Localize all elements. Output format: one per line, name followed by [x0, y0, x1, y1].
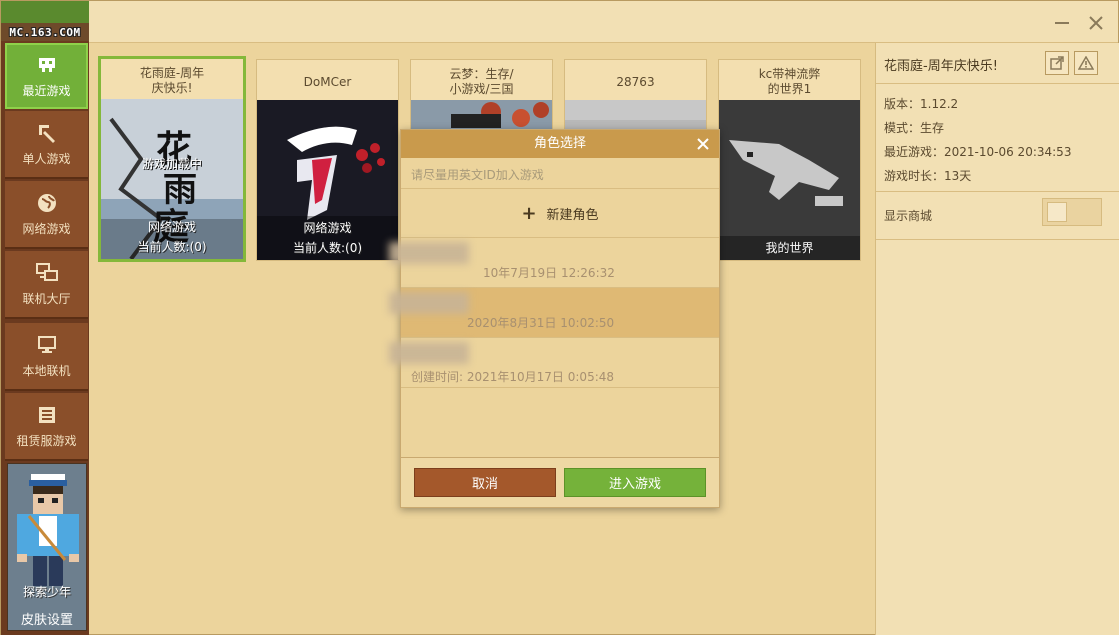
detail-version: 版本：1.12.2	[884, 97, 959, 111]
card-title: DoMCer	[303, 74, 352, 89]
report-button[interactable]	[1074, 51, 1098, 75]
game-card[interactable]: kc带神流弊 的世界1 我的世界	[718, 59, 861, 261]
card-thumbnail: 网络游戏 当前人数:(0)	[257, 100, 398, 260]
skin-name: 探索少年	[22, 585, 71, 599]
game-card[interactable]: DoMCer 网络游戏 当前人数:(0)	[256, 59, 399, 261]
logo: MC.163.COM	[1, 1, 89, 41]
show-shop-label: 显示商城	[884, 209, 933, 223]
new-role-label: 新建角色	[546, 207, 599, 223]
role-created-time: 2020年8月31日 10:02:50	[467, 316, 615, 330]
card-thumbnail: 我的世界	[719, 100, 860, 260]
monitor-icon	[36, 334, 58, 356]
show-shop-toggle[interactable]	[1042, 198, 1102, 226]
role-item[interactable]: 创建时间: 2021年10月17日 0:05:48	[389, 338, 719, 388]
card-title: kc带神流弊 的世界1	[758, 67, 821, 96]
plus-icon: +	[521, 202, 537, 224]
launcher-window: MC.163.COM 最近游戏 单人游戏 网络游戏 联机大厅 本地联机 租赁服游…	[0, 0, 1119, 635]
sidebar-item-recent[interactable]: 最近游戏	[5, 43, 88, 109]
card-players: 当前人数:(0)	[137, 240, 207, 254]
detail-panel: 花雨庭-周年庆快乐! 版本：1.12.2 模式：生存 最近游戏：2021-10-…	[875, 43, 1119, 635]
sidebar-item-rental[interactable]: 租赁服游戏	[5, 393, 88, 461]
close-icon	[697, 138, 709, 150]
sidebar-item-label: 租赁服游戏	[16, 433, 77, 448]
card-title: 花雨庭-周年 庆快乐!	[139, 66, 205, 95]
skin-settings-label: 皮肤设置	[20, 613, 73, 628]
sidebar-item-singleplayer[interactable]: 单人游戏	[5, 111, 88, 179]
role-item[interactable]: 10年7月19日 12:26:32	[389, 238, 719, 288]
dialog-hint: 请尽量用英文ID加入游戏	[411, 168, 544, 182]
dialog-close-button[interactable]	[691, 132, 715, 156]
card-title: 云梦：生存/ 小游戏/三国	[449, 67, 514, 96]
card-thumbnail: 花 雨 庭 游戏加载中 网络游戏 当前人数:(0)	[101, 99, 243, 259]
title-bar	[89, 1, 1118, 43]
dialog-footer: 取消 进入游戏	[401, 457, 719, 507]
globe-icon	[36, 192, 58, 214]
role-item[interactable]: 2020年8月31日 10:02:50	[389, 288, 719, 338]
detail-last-played: 最近游戏：2021-10-06 20:34:53	[884, 145, 1072, 159]
warning-icon	[1078, 56, 1094, 70]
close-icon	[1089, 16, 1103, 30]
share-button[interactable]	[1045, 51, 1069, 75]
external-link-icon	[1050, 56, 1064, 70]
sidebar-item-label: 网络游戏	[22, 221, 71, 236]
detail-title: 花雨庭-周年庆快乐!	[884, 59, 998, 74]
avatar	[17, 474, 79, 586]
card-mode: 网络游戏	[147, 220, 196, 234]
new-role-button[interactable]: + 新建角色	[401, 188, 719, 238]
sidebar-item-network-games[interactable]: 网络游戏	[5, 181, 88, 249]
svg-text:雨: 雨	[163, 170, 197, 210]
logo-text: MC.163.COM	[9, 26, 81, 39]
dialog-title: 角色选择	[401, 130, 719, 158]
detail-mode: 模式：生存	[884, 121, 945, 135]
card-title: 28763	[616, 74, 655, 89]
enter-game-button[interactable]: 进入游戏	[564, 468, 706, 497]
cancel-button[interactable]: 取消	[414, 468, 556, 497]
card-mode: 我的世界	[765, 241, 814, 255]
network-icon	[35, 262, 58, 284]
card-mode: 网络游戏	[303, 221, 352, 235]
sidebar-item-label: 单人游戏	[22, 151, 71, 166]
role-select-dialog: 角色选择 请尽量用英文ID加入游戏 + 新建角色 10年7月19日 12:26:…	[389, 129, 720, 508]
sidebar-item-lobby[interactable]: 联机大厅	[5, 251, 88, 319]
game-card[interactable]: 花雨庭-周年 庆快乐! 花 雨 庭 游戏加载中 网络游戏 当前人数:(0)	[98, 56, 246, 262]
card-loading-text: 游戏加载中	[141, 157, 202, 171]
pickaxe-icon	[36, 122, 58, 144]
sidebar: MC.163.COM 最近游戏 单人游戏 网络游戏 联机大厅 本地联机 租赁服游…	[1, 1, 89, 635]
minimize-button[interactable]	[1046, 7, 1078, 39]
sidebar-item-label: 本地联机	[22, 363, 71, 378]
list-icon	[36, 404, 58, 426]
role-created-time: 10年7月19日 12:26:32	[483, 266, 615, 280]
blurred-name	[389, 292, 469, 314]
gamepad-icon	[36, 54, 58, 76]
role-created-time: 创建时间: 2021年10月17日 0:05:48	[411, 370, 615, 384]
detail-play-time: 游戏时长：13天	[884, 169, 972, 183]
close-button[interactable]	[1080, 7, 1112, 39]
sidebar-item-label: 联机大厅	[22, 291, 71, 306]
sidebar-item-label: 最近游戏	[22, 83, 71, 98]
skin-settings[interactable]: 探索少年 皮肤设置	[7, 463, 87, 631]
card-players: 当前人数:(0)	[292, 241, 363, 255]
blurred-name	[389, 342, 469, 364]
sidebar-item-local-lan[interactable]: 本地联机	[5, 323, 88, 391]
blurred-name	[389, 242, 469, 264]
toggle-knob	[1047, 202, 1067, 222]
